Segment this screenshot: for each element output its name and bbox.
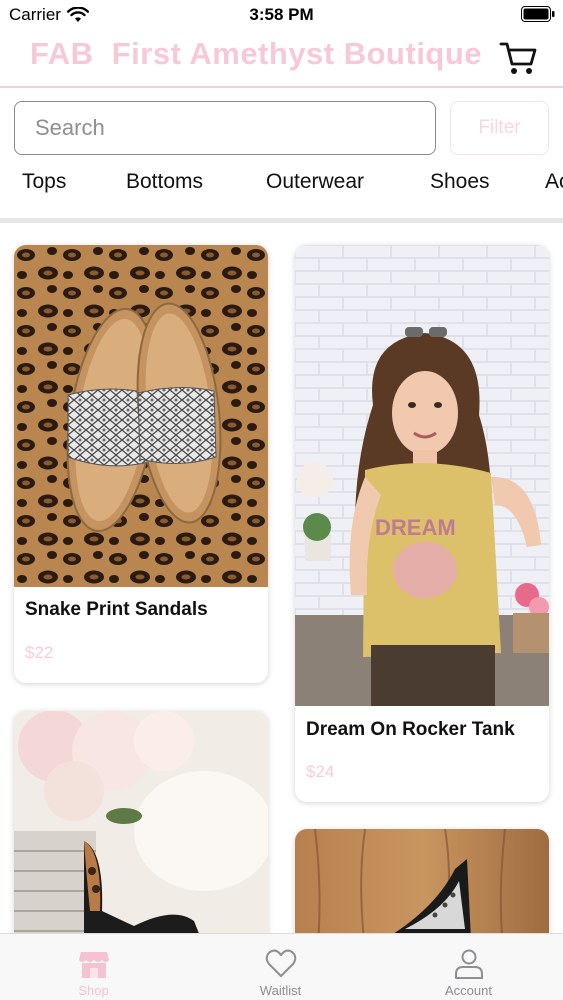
battery-icon [521, 6, 555, 22]
product-name: Snake Print Sandals [25, 599, 208, 620]
product-card[interactable] [14, 711, 268, 933]
person-icon [454, 949, 483, 979]
tab-account[interactable]: Account [375, 934, 562, 1000]
product-name: Dream On Rocker Tank [306, 719, 515, 740]
cart-icon[interactable] [499, 38, 539, 78]
status-bar: Carrier 3:58 PM [0, 0, 563, 30]
tab-waitlist[interactable]: Waitlist [187, 934, 374, 1000]
tab-bar: Shop Waitlist Account [0, 933, 563, 1000]
category-tab-bottoms[interactable]: Bottoms [126, 170, 203, 194]
category-tab-outerwear[interactable]: Outerwear [266, 170, 364, 194]
app-header: FAB First Amethyst Boutique [0, 30, 563, 88]
product-price: $24 [306, 762, 335, 781]
product-card[interactable]: Snake Print Sandals $22 [14, 245, 268, 683]
category-tab-shoes[interactable]: Shoes [430, 170, 490, 194]
product-image [295, 829, 549, 933]
status-time: 3:58 PM [249, 5, 314, 24]
product-grid: Snake Print Sandals $22 DREAM Dream On R… [0, 223, 563, 933]
store-icon [78, 952, 109, 978]
tab-label-shop: Shop [78, 983, 109, 998]
product-card[interactable]: DREAM Dream On Rocker Tank $24 [295, 245, 549, 802]
product-price: $22 [25, 643, 54, 662]
app-title: FAB First Amethyst Boutique [30, 36, 483, 71]
product-card[interactable] [295, 829, 549, 933]
search-input[interactable] [14, 101, 436, 155]
heart-icon [265, 949, 296, 977]
product-image: DREAM [295, 245, 549, 706]
product-image [14, 245, 268, 587]
tab-label-waitlist: Waitlist [259, 983, 302, 998]
tab-shop[interactable]: Shop [0, 934, 187, 1000]
category-tab-tops[interactable]: Tops [22, 170, 66, 194]
category-tabs: Tops Bottoms Outerwear Shoes Ac [0, 170, 563, 206]
tab-label-account: Account [445, 983, 492, 998]
filter-button[interactable]: Filter [450, 101, 549, 155]
product-image [14, 711, 268, 933]
category-tab-accessories[interactable]: Ac [545, 170, 563, 194]
svg-text:DREAM: DREAM [375, 515, 456, 540]
